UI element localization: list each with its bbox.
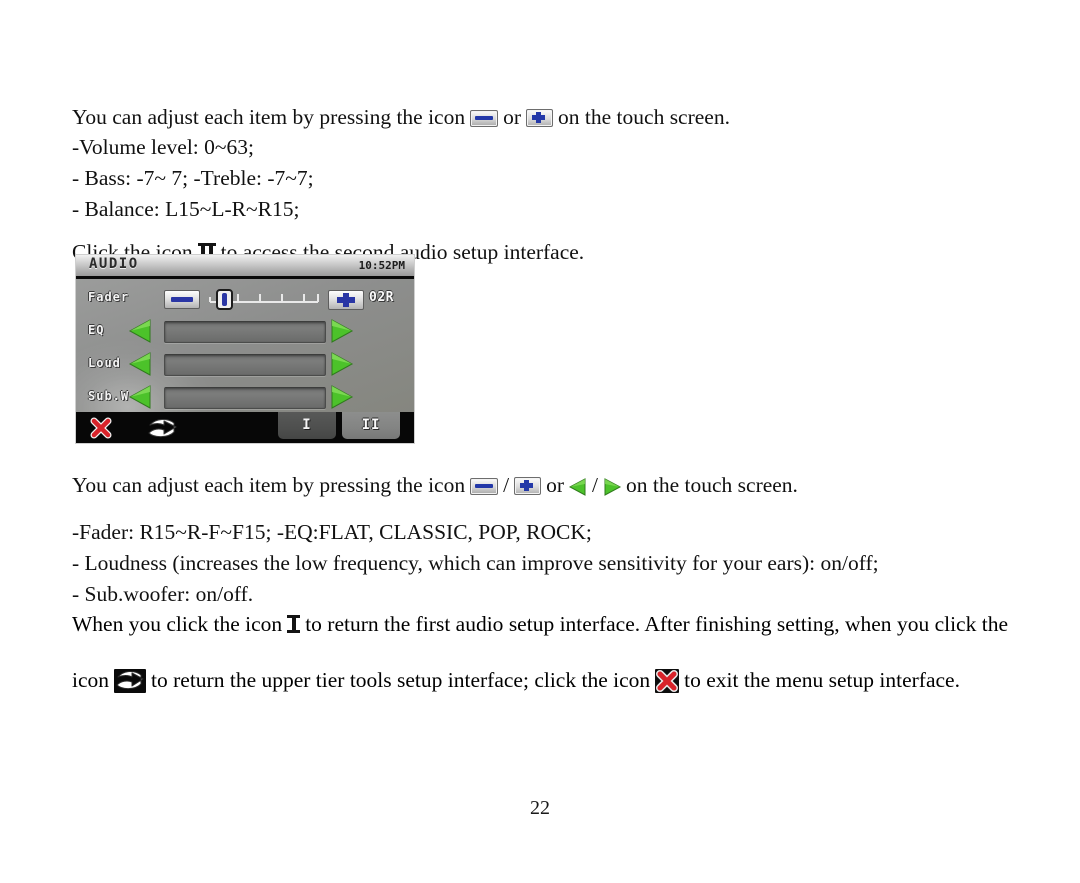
paragraph-bass-treble-range: - Bass: -7~ 7; -Treble: -7~7;: [72, 166, 314, 190]
final-text-c: icon: [72, 668, 110, 692]
device-subw-left-arrow-icon[interactable]: [128, 385, 152, 409]
adjust-second-or: or: [546, 473, 565, 497]
device-row-subwoofer: Sub.W: [76, 380, 414, 413]
device-screen-body: Fader 02R EQ Loud Sub.W: [76, 279, 414, 412]
final-text-b: to return the first audio setup interfac…: [305, 612, 1008, 636]
device-plus-button[interactable]: [328, 290, 364, 310]
paragraph-final-line-two: icon to return the upper tier tools setup…: [72, 662, 1008, 698]
upper-text-block: You can adjust each item by pressing the…: [72, 104, 1012, 266]
device-tab-one[interactable]: I: [278, 412, 336, 439]
paragraph-adjust-first: You can adjust each item by pressing the…: [72, 104, 1012, 131]
lower-text-block: You can adjust each item by pressing the…: [72, 472, 1016, 608]
adjust-first-text-a: You can adjust each item by pressing the…: [72, 105, 466, 129]
page-number: 22: [530, 797, 550, 819]
device-loud-right-arrow-icon[interactable]: [330, 352, 354, 376]
device-bottom-bar: I II: [76, 412, 414, 443]
device-return-arrow-icon[interactable]: [146, 419, 178, 439]
device-tab-two[interactable]: II: [342, 412, 400, 439]
device-eq-right-arrow-icon[interactable]: [330, 319, 354, 343]
device-row-eq: EQ: [76, 314, 414, 347]
final-text-d: to return the upper tier tools setup int…: [151, 668, 651, 692]
device-subw-value-box: [164, 387, 326, 409]
device-row-label-loud: Loud: [88, 356, 121, 370]
device-subw-right-arrow-icon[interactable]: [330, 385, 354, 409]
exit-x-icon: [655, 669, 680, 693]
device-fader-slider[interactable]: [208, 288, 320, 310]
paragraph-loudness-description: - Loudness (increases the low frequency,…: [72, 551, 879, 575]
final-text-e: to exit the menu setup interface.: [684, 668, 960, 692]
adjust-first-or: or: [503, 105, 522, 129]
paragraph-adjust-second: You can adjust each item by pressing the…: [72, 472, 1016, 499]
document-page: You can adjust each item by pressing the…: [0, 0, 1080, 883]
adjust-second-slash-2: /: [592, 473, 598, 497]
return-arrow-icon: [114, 669, 147, 693]
plus-button-icon: [514, 477, 542, 495]
adjust-second-slash-1: /: [503, 473, 510, 497]
device-minus-button[interactable]: [164, 290, 200, 309]
paragraph-volume-range: -Volume level: 0~63;: [72, 135, 255, 159]
device-exit-x-icon[interactable]: [90, 417, 112, 439]
final-text-block: When you click the icon to return the fir…: [72, 606, 1008, 698]
device-loud-left-arrow-icon[interactable]: [128, 352, 152, 376]
minus-button-icon: [470, 110, 499, 127]
device-row-loudness: Loud: [76, 347, 414, 380]
device-eq-value-box: [164, 321, 326, 343]
final-text-a: When you click the icon: [72, 612, 283, 636]
device-loud-value-box: [164, 354, 326, 376]
minus-button-icon: [470, 478, 499, 495]
paragraph-balance-range: - Balance: L15~L-R~R15;: [72, 197, 300, 221]
adjust-first-text-b: on the touch screen.: [558, 105, 730, 129]
green-left-arrow-icon: [569, 478, 587, 496]
device-row-label-eq: EQ: [88, 323, 105, 337]
device-title-bar: AUDIO 10:52PM: [76, 255, 414, 279]
roman-numeral-one-icon: [287, 615, 301, 633]
device-eq-left-arrow-icon[interactable]: [128, 319, 152, 343]
adjust-second-text-a: You can adjust each item by pressing the…: [72, 473, 466, 497]
paragraph-final-line-one: When you click the icon to return the fir…: [72, 606, 1008, 642]
device-row-fader: Fader 02R: [76, 281, 414, 314]
adjust-second-text-b: on the touch screen.: [626, 473, 798, 497]
device-screen-title: AUDIO: [89, 256, 139, 272]
device-row-label-subw: Sub.W: [88, 389, 130, 403]
device-clock: 10:52PM: [358, 259, 405, 272]
device-row-label-fader: Fader: [88, 290, 130, 304]
device-fader-value: 02R: [369, 290, 394, 305]
device-screenshot-audio-setup: AUDIO 10:52PM Fader 02R EQ Loud Sub.W I …: [75, 254, 415, 444]
plus-button-icon: [526, 109, 554, 127]
paragraph-subwoofer-range: - Sub.woofer: on/off.: [72, 582, 254, 606]
paragraph-fader-eq-range: -Fader: R15~R-F~F15; -EQ:FLAT, CLASSIC, …: [72, 520, 592, 544]
green-right-arrow-icon: [603, 478, 621, 496]
